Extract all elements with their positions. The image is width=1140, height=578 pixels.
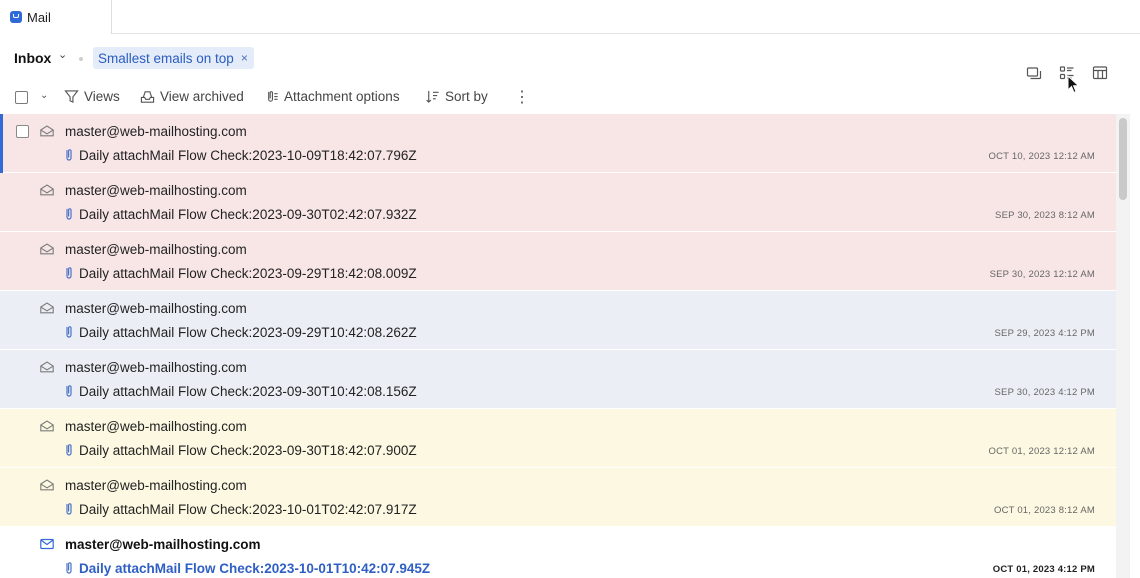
email-sender: master@web-mailhosting.com [65, 478, 247, 493]
email-list: master@web-mailhosting.com Daily attachMa… [0, 114, 1116, 578]
email-row-checkbox[interactable] [16, 125, 29, 138]
filter-icon [64, 90, 79, 104]
email-date: SEP 29, 2023 4:12 PM [994, 328, 1095, 339]
attachment-icon [66, 503, 72, 515]
attachment-icon [66, 149, 72, 161]
attachment-icon [66, 208, 72, 220]
email-subject: Daily attachMail Flow Check:2023-09-30T1… [79, 384, 417, 399]
read-envelope-icon[interactable] [40, 420, 54, 432]
email-subject: Daily attachMail Flow Check:2023-09-29T1… [79, 325, 417, 340]
views-button[interactable]: Views [64, 89, 120, 104]
chip-close-icon[interactable]: × [241, 51, 248, 65]
email-subject: Daily attachMail Flow Check:2023-09-30T0… [79, 207, 417, 222]
email-sender: master@web-mailhosting.com [65, 124, 247, 139]
view-archived-label: View archived [160, 89, 244, 104]
email-sender: master@web-mailhosting.com [65, 360, 247, 375]
attachment-options-button[interactable]: Attachment options [264, 89, 400, 104]
email-date: OCT 01, 2023 8:12 AM [994, 505, 1095, 516]
attachment-options-label: Attachment options [284, 89, 400, 104]
email-subject: Daily attachMail Flow Check:2023-09-29T1… [79, 266, 417, 281]
attachment-icon [66, 267, 72, 279]
sort-by-label: Sort by [445, 89, 488, 104]
view-mode-switcher [0, 64, 1140, 84]
email-date: SEP 30, 2023 4:12 PM [994, 387, 1095, 398]
email-subject: Daily attachMail Flow Check:2023-10-09T1… [79, 148, 417, 163]
attachment-icon [66, 562, 72, 574]
mail-app: Mail Inbox ⌄ Smallest emails on top × ⌄ … [0, 0, 1140, 578]
email-sender: master@web-mailhosting.com [65, 419, 247, 434]
folder-dropdown-chevron-icon[interactable]: ⌄ [58, 48, 67, 61]
select-all-checkbox-box[interactable] [15, 91, 28, 104]
email-sender: master@web-mailhosting.com [65, 537, 261, 552]
list-scrollbar-thumb[interactable] [1119, 118, 1127, 200]
select-options-chevron-icon[interactable]: ⌄ [40, 90, 48, 101]
tab-mail-label: Mail [27, 9, 51, 25]
email-row[interactable]: master@web-mailhosting.com Daily attachMa… [0, 527, 1116, 578]
email-sender: master@web-mailhosting.com [65, 242, 247, 257]
select-all-checkbox[interactable] [15, 91, 28, 104]
view-archived-button[interactable]: View archived [140, 89, 244, 104]
unread-envelope-icon[interactable] [40, 538, 54, 550]
table-view-icon[interactable] [1091, 64, 1109, 82]
email-subject: Daily attachMail Flow Check:2023-10-01T0… [79, 502, 417, 517]
tab-mail[interactable]: Mail [0, 0, 112, 34]
read-envelope-icon[interactable] [40, 243, 54, 255]
read-envelope-icon[interactable] [40, 361, 54, 373]
email-subject: Daily attachMail Flow Check:2023-10-01T1… [79, 561, 431, 576]
email-subject: Daily attachMail Flow Check:2023-09-30T1… [79, 443, 417, 458]
read-envelope-icon[interactable] [40, 302, 54, 314]
mail-app-icon [10, 11, 22, 23]
mouse-pointer-icon [1067, 75, 1080, 94]
list-header: Inbox ⌄ Smallest emails on top × [0, 44, 1140, 80]
email-row[interactable]: master@web-mailhosting.com Daily attachMa… [0, 291, 1116, 350]
email-date: OCT 01, 2023 4:12 PM [992, 564, 1095, 575]
read-envelope-icon[interactable] [40, 184, 54, 196]
email-date: OCT 01, 2023 12:12 AM [988, 446, 1095, 457]
list-scrollbar[interactable] [1116, 114, 1130, 578]
list-toolbar: ⌄ Views View archived Attachment options [0, 86, 1140, 112]
conversation-view-icon[interactable] [1025, 64, 1043, 82]
email-date: SEP 30, 2023 12:12 AM [989, 269, 1095, 280]
email-date: OCT 10, 2023 12:12 AM [988, 151, 1095, 162]
email-date: SEP 30, 2023 8:12 AM [995, 210, 1095, 221]
sort-by-button[interactable]: Sort by [425, 89, 488, 104]
email-row[interactable]: master@web-mailhosting.com Daily attachMa… [0, 350, 1116, 409]
email-sender: master@web-mailhosting.com [65, 301, 247, 316]
attachment-icon [66, 326, 72, 338]
email-row[interactable]: master@web-mailhosting.com Daily attachMa… [0, 232, 1116, 291]
more-options-icon[interactable]: ⋮ [514, 90, 530, 106]
email-row[interactable]: master@web-mailhosting.com Daily attachMa… [0, 409, 1116, 468]
archive-icon [140, 91, 155, 103]
email-row[interactable]: master@web-mailhosting.com Daily attachMa… [0, 173, 1116, 232]
tab-strip: Mail [0, 0, 1140, 34]
attachment-icon [66, 444, 72, 456]
email-row[interactable]: master@web-mailhosting.com Daily attachMa… [0, 114, 1116, 173]
views-label: Views [84, 89, 120, 104]
attachment-icon [66, 385, 72, 397]
read-envelope-icon[interactable] [40, 479, 54, 491]
separator-dot [79, 57, 83, 61]
email-row[interactable]: master@web-mailhosting.com Daily attachMa… [0, 468, 1116, 527]
attachment-icon [268, 91, 278, 102]
sort-icon [426, 90, 439, 103]
read-envelope-icon[interactable] [40, 125, 54, 137]
email-sender: master@web-mailhosting.com [65, 183, 247, 198]
